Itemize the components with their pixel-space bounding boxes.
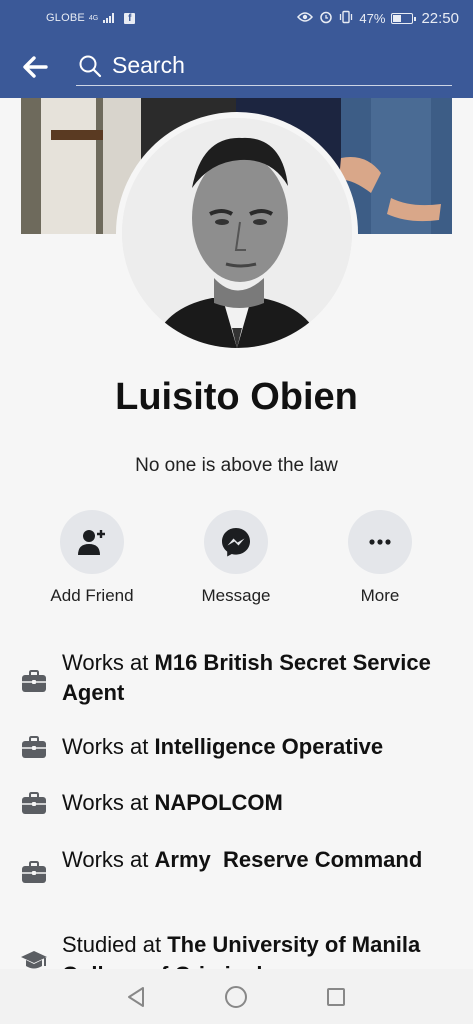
info-prefix: Studied at bbox=[62, 932, 168, 957]
profile-name: Luisito Obien bbox=[115, 376, 358, 418]
work-item[interactable]: Works at Intelligence Operative bbox=[0, 734, 473, 766]
profile-picture[interactable] bbox=[116, 112, 358, 354]
profile-bio: No one is above the law bbox=[135, 455, 338, 476]
profile-picture-image bbox=[122, 118, 352, 348]
more-button[interactable]: More bbox=[310, 510, 450, 606]
search-input[interactable] bbox=[112, 52, 432, 79]
profile-screen: GLOBE 4G f 47% 22:50 Search Luisito Obie… bbox=[0, 0, 473, 1024]
more-label: More bbox=[360, 586, 400, 605]
status-bar: GLOBE 4G f 47% 22:50 bbox=[0, 0, 473, 36]
facebook-notification-icon: f bbox=[124, 12, 136, 24]
briefcase-icon bbox=[20, 734, 48, 762]
battery-icon bbox=[391, 12, 417, 24]
status-left: GLOBE 4G f bbox=[46, 12, 136, 24]
profile-actions: Add Friend Message More bbox=[0, 510, 473, 610]
add-friend-label: Add Friend bbox=[50, 586, 134, 605]
add-friend-icon bbox=[60, 510, 124, 574]
app-bar bbox=[0, 36, 473, 98]
work-text: Works at Army Reserve Command bbox=[62, 845, 452, 875]
info-prefix: Works at bbox=[62, 650, 155, 675]
battery-level-fill bbox=[393, 14, 402, 22]
briefcase-icon bbox=[20, 668, 48, 696]
work-item[interactable]: Works at NAPOLCOM bbox=[0, 790, 473, 822]
back-button[interactable] bbox=[0, 36, 70, 98]
info-prefix: Works at bbox=[62, 847, 155, 872]
messenger-icon bbox=[204, 510, 268, 574]
status-right: 47% 22:50 bbox=[297, 10, 459, 27]
message-label: Message bbox=[201, 586, 271, 605]
workplace-name[interactable]: Intelligence Operative bbox=[155, 734, 384, 759]
circle-home-icon bbox=[225, 986, 247, 1008]
carrier-name: GLOBE bbox=[46, 12, 85, 24]
info-prefix: Works at bbox=[62, 790, 155, 815]
search-icon bbox=[78, 53, 104, 79]
work-text: Works at NAPOLCOM bbox=[62, 788, 452, 818]
briefcase-icon bbox=[20, 859, 48, 887]
battery-percent: 47% bbox=[359, 10, 386, 26]
clock-time: 22:50 bbox=[421, 9, 459, 27]
system-navigation-bar bbox=[0, 969, 473, 1024]
work-item[interactable]: Works at Army Reserve Command bbox=[0, 845, 473, 909]
nav-home-button[interactable] bbox=[222, 983, 250, 1011]
work-text: Works at Intelligence Operative bbox=[62, 732, 452, 762]
message-button[interactable]: Message bbox=[166, 510, 306, 606]
work-item[interactable]: Works at M16 British Secret Service Agen… bbox=[0, 648, 473, 712]
signal-icon bbox=[103, 13, 115, 23]
square-recents-icon bbox=[327, 988, 345, 1006]
add-friend-button[interactable]: Add Friend bbox=[22, 510, 162, 606]
nav-back-button[interactable] bbox=[122, 983, 150, 1011]
arrow-left-icon bbox=[23, 56, 48, 78]
triangle-back-icon bbox=[128, 987, 144, 1007]
workplace-name[interactable]: Army Reserve Command bbox=[155, 847, 423, 872]
network-type: 4G bbox=[88, 14, 99, 22]
search-bar[interactable] bbox=[76, 46, 452, 86]
briefcase-icon bbox=[20, 790, 48, 818]
more-dots-icon bbox=[348, 510, 412, 574]
vibrate-icon bbox=[339, 10, 353, 27]
workplace-name[interactable]: NAPOLCOM bbox=[155, 790, 283, 815]
info-prefix: Works at bbox=[62, 734, 155, 759]
alarm-icon bbox=[319, 10, 333, 27]
nav-recents-button[interactable] bbox=[322, 983, 350, 1011]
work-text: Works at M16 British Secret Service Agen… bbox=[62, 648, 452, 708]
eye-icon bbox=[297, 11, 314, 26]
